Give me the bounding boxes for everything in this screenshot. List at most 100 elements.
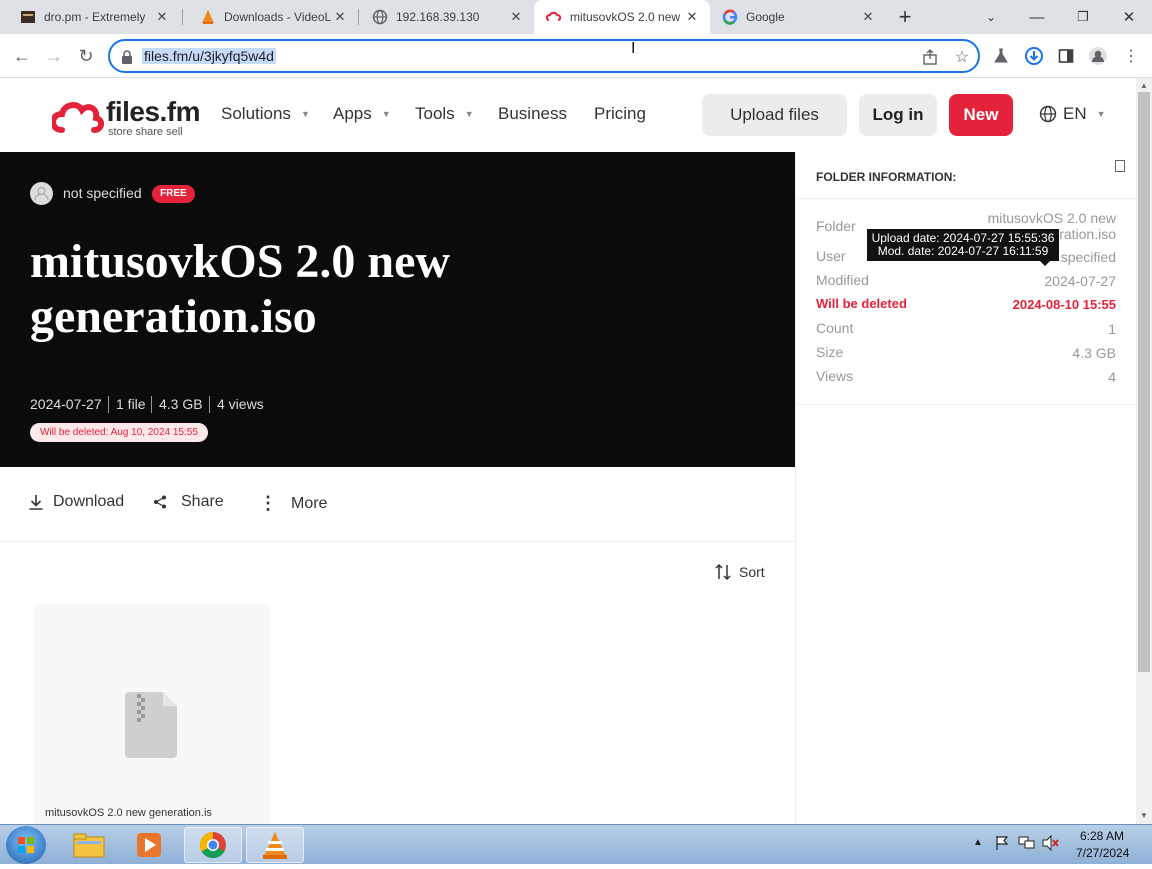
share-icon[interactable] [920,47,940,67]
file-card[interactable]: mitusovkOS 2.0 new generation.is [33,604,271,824]
scroll-up-icon[interactable]: ▲ [1140,81,1148,90]
reload-button[interactable]: ↻ [73,43,99,69]
sort-label: Sort [739,564,765,580]
minimize-button[interactable]: — [1014,0,1060,34]
network-icon[interactable] [1018,835,1036,856]
hero-size: 4.3 GB [159,396,203,412]
close-icon[interactable]: ✕ [332,9,348,25]
language-selector[interactable]: EN ▼ [1039,104,1106,124]
tab-dropm[interactable]: dro.pm - Extremely ✕ [0,0,180,34]
nav-label: Business [498,104,567,123]
count-value: 1 [1108,321,1116,337]
more-button[interactable]: ⋮ More [259,493,327,514]
tab-title: mitusovkOS 2.0 new [570,10,681,24]
chevron-down-icon: ▼ [300,109,310,119]
taskbar-chrome[interactable] [184,827,242,863]
close-window-button[interactable]: ✕ [1106,0,1152,34]
tab-google[interactable]: Google ✕ [710,0,886,34]
menu-kebab-icon[interactable]: ⋮ [1121,46,1141,66]
close-icon[interactable]: ✕ [154,9,170,25]
media-player-icon [137,833,161,857]
scroll-down-icon[interactable]: ▼ [1140,811,1148,820]
url-text[interactable]: files.fm/u/3jkyfq5w4d [142,48,276,64]
tab-title: Downloads - VideoL [224,10,332,24]
meta-separator [108,396,109,413]
action-center-flag-icon[interactable] [994,835,1010,856]
folder-hero: not specified FREE mitusovkOS 2.0 new ge… [0,152,795,467]
address-bar[interactable]: files.fm/u/3jkyfq5w4d ☆ [108,39,980,73]
lock-icon[interactable] [117,47,137,67]
more-label: More [291,494,328,512]
views-value: 4 [1108,369,1116,385]
extension-flask-icon[interactable] [991,46,1011,66]
tab-downloads[interactable]: Downloads - VideoL ✕ [180,0,358,34]
count-label: Count [816,320,854,336]
deleted-value: 2024-08-10 15:55 [1012,297,1116,312]
login-button[interactable]: Log in [859,94,937,136]
logo-tagline: store share sell [108,126,183,138]
nav-solutions[interactable]: Solutions ▼ [221,104,310,124]
folder-value-line1: mitusovkOS 2.0 new [987,210,1116,226]
meta-separator [209,396,210,413]
profile-avatar-icon[interactable] [1088,46,1108,66]
share-label: Share [181,493,224,510]
clock-time[interactable]: 6:28 AM [1080,829,1124,843]
nav-label: Pricing [594,104,646,123]
meta-separator [151,396,152,413]
share-button[interactable]: Share [153,493,224,511]
close-icon[interactable]: ✕ [684,9,700,25]
forward-button[interactable]: → [41,43,67,69]
cloud-logo-icon [52,102,104,133]
filesfm-logo[interactable]: files.fm store share sell [52,96,202,138]
nav-business[interactable]: Business [498,104,567,124]
tab-title: 192.168.39.130 [396,10,480,24]
user-value[interactable]: specified [1061,249,1116,265]
bookmark-star-icon[interactable]: ☆ [952,47,972,67]
download-button[interactable]: Download [28,493,124,511]
date-tooltip: Upload date: 2024-07-27 15:55:36 Mod. da… [867,229,1059,261]
taskbar-media-player[interactable] [120,827,178,863]
hero-file-count: 1 file [116,396,146,412]
back-button[interactable]: ← [9,43,35,69]
nav-label: Apps [333,104,372,123]
new-button[interactable]: New [949,94,1013,136]
show-hidden-icons[interactable]: ▲ [973,837,983,848]
upload-files-button[interactable]: Upload files [702,94,847,136]
browser-toolbar: ← → ↻ files.fm/u/3jkyfq5w4d ☆ ⋮ [0,34,1152,78]
taskbar-explorer[interactable] [60,827,118,863]
tab-title: dro.pm - Extremely [44,10,146,24]
file-name[interactable]: mitusovkOS 2.0 new generation.is [45,807,212,819]
new-tab-button[interactable]: + [882,0,928,34]
user-avatar[interactable] [30,182,53,205]
collapse-panel-icon[interactable] [1115,160,1125,172]
page-content: files.fm store share sell Solutions ▼ App… [0,78,1136,824]
tab-search-icon[interactable]: ⌄ [968,0,1014,34]
share-icon [154,495,166,509]
nav-apps[interactable]: Apps ▼ [333,104,391,124]
divider [796,198,1136,199]
nav-tools[interactable]: Tools ▼ [415,104,474,124]
page-title: mitusovkOS 2.0 new generation.iso [30,235,451,343]
close-icon[interactable]: ✕ [508,9,524,25]
vlc-icon [200,9,216,25]
start-button[interactable] [6,826,46,864]
deleted-label: Will be deleted [816,296,907,311]
tab-ip[interactable]: 192.168.39.130 ✕ [352,0,534,34]
tab-filesfm-active[interactable]: mitusovkOS 2.0 new ✕ [534,0,710,34]
download-icon[interactable] [1024,46,1044,66]
folder-icon [73,833,105,858]
maximize-button[interactable]: ❐ [1060,0,1106,34]
text-cursor-icon: I [631,40,636,57]
dropm-icon [20,9,36,25]
hero-user-name[interactable]: not specified [63,185,142,201]
page-scrollbar[interactable]: ▲ ▼ [1136,78,1152,824]
close-icon[interactable]: ✕ [860,9,876,25]
divider [796,404,1136,405]
side-panel-icon[interactable] [1056,46,1076,66]
clock-date[interactable]: 7/27/2024 [1076,846,1129,860]
taskbar-vlc[interactable] [246,827,304,863]
sort-button[interactable]: Sort [714,563,765,581]
scrollbar-thumb[interactable] [1138,92,1150,672]
nav-pricing[interactable]: Pricing [594,104,646,124]
volume-muted-icon[interactable] [1042,834,1060,856]
